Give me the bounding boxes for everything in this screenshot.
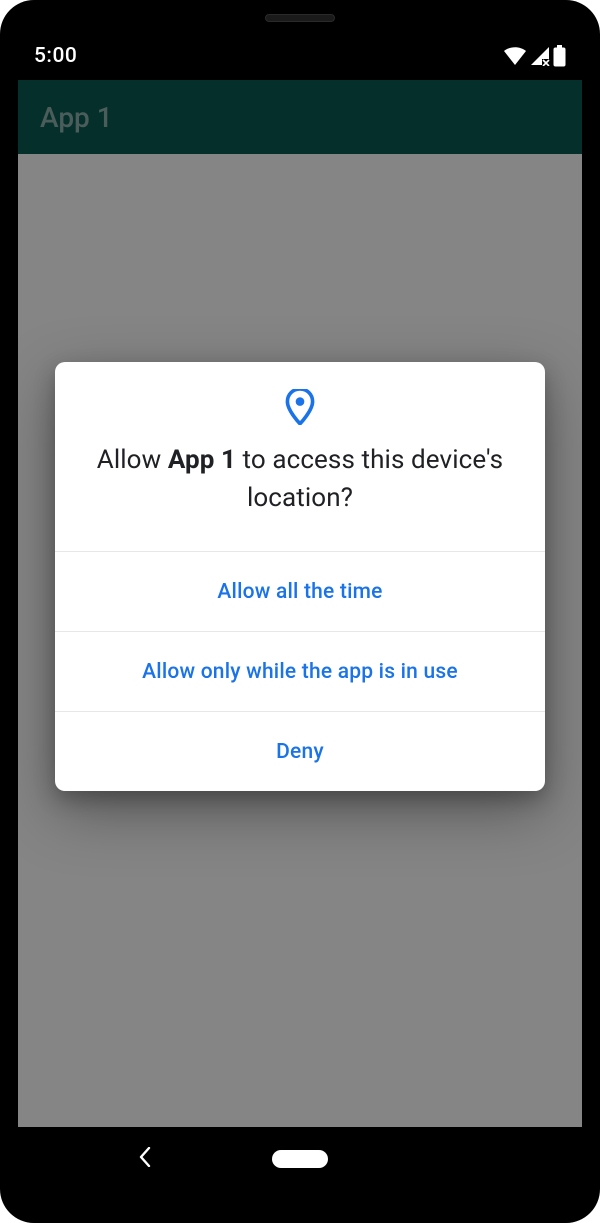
device-shadow (0, 1201, 600, 1223)
status-icons (503, 45, 566, 67)
device-frame: 5:00 App 1 (0, 0, 600, 1223)
wifi-icon (503, 46, 527, 66)
location-icon (283, 390, 317, 424)
dialog-title-prefix: Allow (97, 445, 168, 475)
deny-label: Deny (276, 740, 324, 764)
dialog-title-suffix: to access this device's location? (236, 445, 503, 513)
battery-icon (553, 45, 566, 67)
back-button[interactable] (138, 1147, 152, 1171)
allow-always-label: Allow all the time (217, 580, 382, 604)
speaker-grille (265, 14, 335, 22)
allow-always-button[interactable]: Allow all the time (55, 551, 545, 631)
cellular-icon (530, 46, 550, 66)
allow-foreground-label: Allow only while the app is in use (142, 660, 458, 684)
status-time: 5:00 (34, 44, 503, 68)
status-bar: 5:00 (18, 32, 582, 80)
dialog-title: Allow App 1 to access this device's loca… (95, 442, 505, 517)
navigation-bar (18, 1127, 582, 1191)
dialog-title-app: App 1 (168, 445, 236, 475)
deny-button[interactable]: Deny (55, 711, 545, 791)
home-pill[interactable] (272, 1150, 328, 1168)
permission-dialog: Allow App 1 to access this device's loca… (55, 362, 545, 791)
allow-foreground-button[interactable]: Allow only while the app is in use (55, 631, 545, 711)
dialog-header: Allow App 1 to access this device's loca… (55, 362, 545, 551)
modal-scrim[interactable]: Allow App 1 to access this device's loca… (18, 80, 582, 1127)
screen: 5:00 App 1 (18, 32, 582, 1191)
